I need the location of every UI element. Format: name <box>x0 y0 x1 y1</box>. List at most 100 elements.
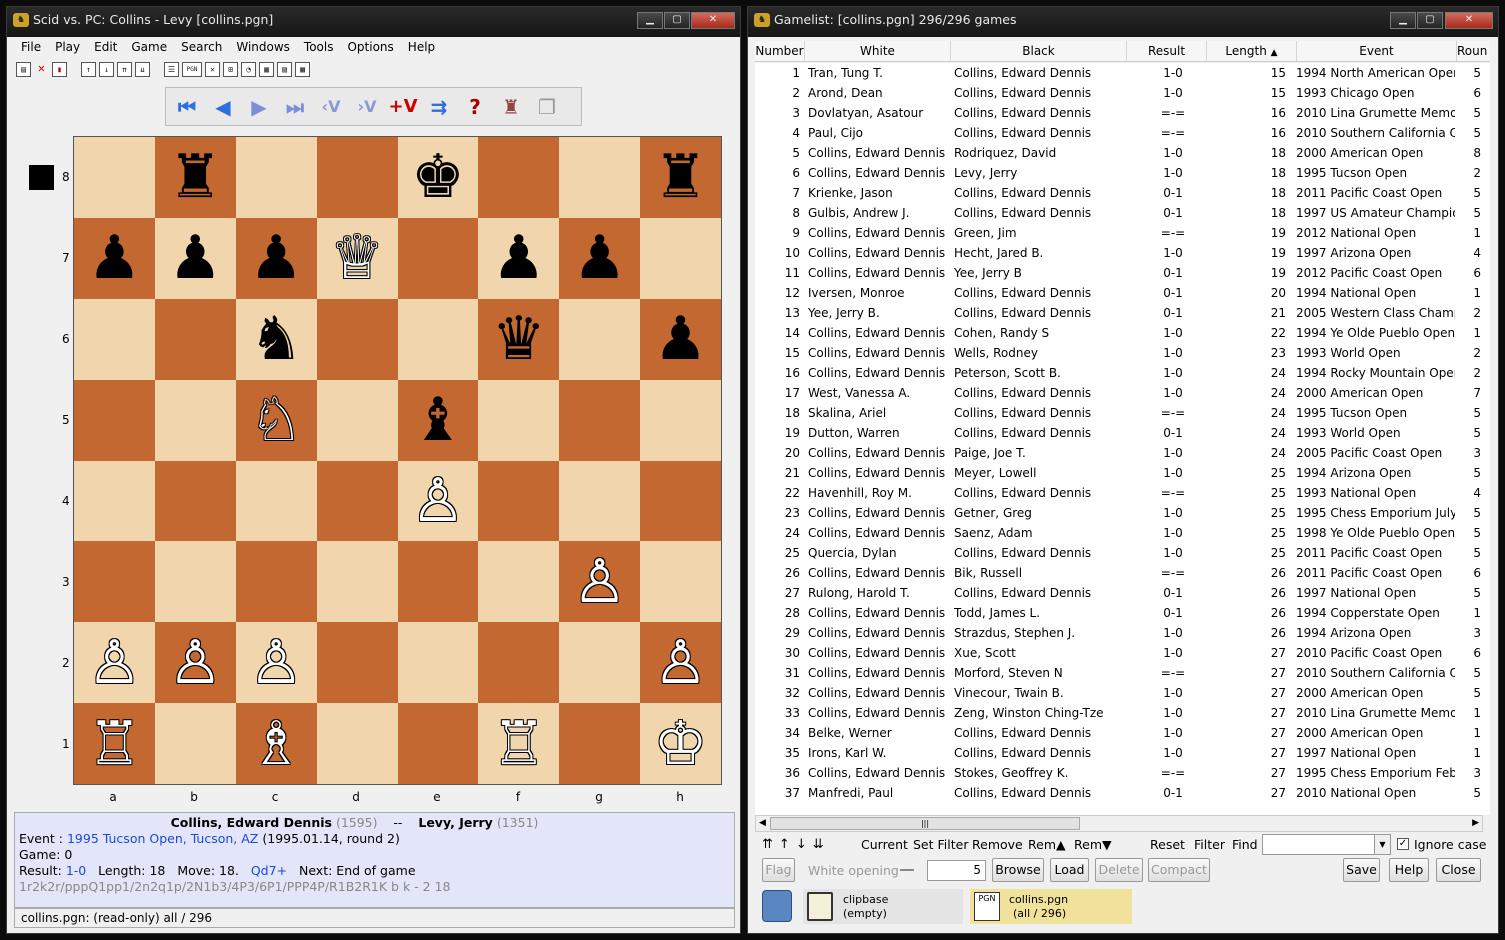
menu-game[interactable]: Game <box>124 37 174 57</box>
table-row[interactable]: 13 Yee, Jerry B. Collins, Edward Dennis 0-1… <box>755 303 1490 323</box>
table-row[interactable]: 34 Belke, Werner Collins, Edward Dennis 1-0… <box>755 723 1490 743</box>
ignore-case-checkbox[interactable]: ✓ <box>1397 838 1409 850</box>
enter-variation-icon[interactable]: ›V <box>352 93 382 121</box>
square-d6[interactable] <box>316 298 398 380</box>
menu-options[interactable]: Options <box>340 37 400 57</box>
square-a3[interactable] <box>74 541 155 623</box>
exit-variation-icon[interactable]: ‹V <box>316 93 346 121</box>
square-a7[interactable]: ♟ <box>74 217 155 299</box>
help-button[interactable]: Help <box>1389 858 1429 882</box>
square-e3[interactable] <box>397 541 479 623</box>
last-icon[interactable]: ⇊ <box>813 837 824 852</box>
piece-e4[interactable]: ♙ <box>411 471 465 531</box>
square-h4[interactable] <box>640 460 721 542</box>
rem-up-link[interactable]: Rem▲ <box>1028 837 1066 853</box>
chess-board[interactable]: ♜ ♚ ♜ ♟ ♟ ♟ ♕ ♟ ♟ ♞ ♛ ♟ ♘ ♝ ♙ ♙ ♙ ♙ ♙ ♙ ♖ ♗ ♖ ♔ <box>73 136 722 785</box>
menu-windows[interactable]: Windows <box>229 37 297 57</box>
piece-h2[interactable]: ♙ <box>654 633 708 693</box>
col-number[interactable]: Number <box>755 41 805 61</box>
piece-e5[interactable]: ♝ <box>411 390 465 450</box>
prev-game-icon[interactable]: ↑ <box>81 62 96 77</box>
piece-g3[interactable]: ♙ <box>573 552 627 612</box>
back-move-icon[interactable]: ◀ <box>208 93 238 121</box>
menu-tools[interactable]: Tools <box>297 37 341 57</box>
square-c2[interactable]: ♙ <box>235 622 317 704</box>
piece-c5[interactable]: ♘ <box>249 390 303 450</box>
square-c6[interactable]: ♞ <box>235 298 317 380</box>
square-f8[interactable] <box>478 137 560 218</box>
square-f6[interactable]: ♛ <box>478 298 560 380</box>
table-row[interactable]: 3 Dovlatyan, Asatour Collins, Edward Denni… <box>755 103 1490 123</box>
square-e1[interactable] <box>397 703 479 784</box>
flip-board-icon[interactable]: ♜ <box>496 93 526 121</box>
piece-h1[interactable]: ♔ <box>654 714 708 774</box>
minimize-button[interactable]: ▁ <box>637 12 663 29</box>
table-row[interactable]: 15 Collins, Edward Dennis Wells, Rodney 1-0… <box>755 343 1490 363</box>
square-e7[interactable] <box>397 217 479 299</box>
gamelist-maximize-button[interactable]: ▢ <box>1417 12 1443 29</box>
delete-button[interactable]: Delete <box>1095 858 1143 882</box>
current-link[interactable]: Current <box>861 837 908 853</box>
square-g6[interactable] <box>559 298 641 380</box>
piece-b8[interactable]: ♜ <box>168 147 222 207</box>
save-icon[interactable]: ▤ <box>16 62 31 77</box>
table-row[interactable]: 20 Collins, Edward Dennis Paige, Joe T. 1-0… <box>755 443 1490 463</box>
table-row[interactable]: 30 Collins, Edward Dennis Xue, Scott 1-0 27 2… <box>755 643 1490 663</box>
square-h8[interactable]: ♜ <box>640 137 721 218</box>
square-h7[interactable] <box>640 217 721 299</box>
piece-a7[interactable]: ♟ <box>88 228 142 288</box>
table-row[interactable]: 29 Collins, Edward Dennis Strazdus, Stephe… <box>755 623 1490 643</box>
black-player-name[interactable]: Levy, Jerry <box>418 815 492 830</box>
scroll-thumb[interactable]: ||| <box>770 817 1080 830</box>
square-b1[interactable] <box>154 703 236 784</box>
save-button[interactable]: Save <box>1343 858 1380 882</box>
piece-c2[interactable]: ♙ <box>249 633 303 693</box>
square-e2[interactable] <box>397 622 479 704</box>
square-f5[interactable] <box>478 379 560 461</box>
square-d8[interactable] <box>316 137 398 218</box>
table-row[interactable]: 19 Dutton, Warren Collins, Edward Dennis 0-… <box>755 423 1490 443</box>
table-row[interactable]: 27 Rulong, Harold T. Collins, Edward Denni… <box>755 583 1490 603</box>
square-e8[interactable]: ♚ <box>397 137 479 218</box>
square-g2[interactable] <box>559 622 641 704</box>
table-row[interactable]: 6 Collins, Edward Dennis Levy, Jerry 1-0 18 1… <box>755 163 1490 183</box>
table-row[interactable]: 26 Collins, Edward Dennis Bik, Russell =-= 2… <box>755 563 1490 583</box>
table-row[interactable]: 8 Gulbis, Andrew J. Collins, Edward Dennis… <box>755 203 1490 223</box>
col-length[interactable]: Length ▲ <box>1207 41 1297 61</box>
table-row[interactable]: 21 Collins, Edward Dennis Meyer, Lowell 1-0… <box>755 463 1490 483</box>
piece-d7[interactable]: ♕ <box>330 228 384 288</box>
database-icon[interactable] <box>762 890 792 922</box>
table-row[interactable]: 36 Collins, Edward Dennis Stokes, Geoffrey… <box>755 763 1490 783</box>
board-icon[interactable]: ▦ <box>259 62 274 77</box>
piece-b7[interactable]: ♟ <box>168 228 222 288</box>
piece-f7[interactable]: ♟ <box>492 228 546 288</box>
remove-link[interactable]: Remove <box>972 837 1023 853</box>
table-row[interactable]: 33 Collins, Edward Dennis Zeng, Winston Ch… <box>755 703 1490 723</box>
col-black[interactable]: Black <box>951 41 1127 61</box>
piece-a2[interactable]: ♙ <box>88 633 142 693</box>
table-row[interactable]: 23 Collins, Edward Dennis Getner, Greg 1-0 2… <box>755 503 1490 523</box>
square-d2[interactable] <box>316 622 398 704</box>
square-g5[interactable] <box>559 379 641 461</box>
menu-file[interactable]: File <box>14 37 48 57</box>
square-g7[interactable]: ♟ <box>559 217 641 299</box>
find-combo[interactable]: ▼ <box>1262 834 1391 855</box>
scroll-right-icon[interactable]: ▶ <box>1472 816 1479 831</box>
maximize-button[interactable]: ▢ <box>664 12 690 29</box>
menu-help[interactable]: Help <box>401 37 442 57</box>
square-c1[interactable]: ♗ <box>235 703 317 784</box>
square-h3[interactable] <box>640 541 721 623</box>
square-b4[interactable] <box>154 460 236 542</box>
table-row[interactable]: 4 Paul, Cijo Collins, Edward Dennis =-= 16 20… <box>755 123 1490 143</box>
horizontal-scrollbar[interactable]: ◀ ||| ▶ <box>755 815 1483 832</box>
square-h1[interactable]: ♔ <box>640 703 721 784</box>
last-move-link[interactable]: Qd7+ <box>251 863 287 878</box>
square-d3[interactable] <box>316 541 398 623</box>
square-c8[interactable] <box>235 137 317 218</box>
event-link[interactable]: 1995 Tucson Open, Tucson, AZ <box>67 831 258 846</box>
square-g8[interactable] <box>559 137 641 218</box>
trash-icon[interactable]: ▮ <box>52 62 67 77</box>
piece-g7[interactable]: ♟ <box>573 228 627 288</box>
square-h6[interactable]: ♟ <box>640 298 721 380</box>
square-f1[interactable]: ♖ <box>478 703 560 784</box>
